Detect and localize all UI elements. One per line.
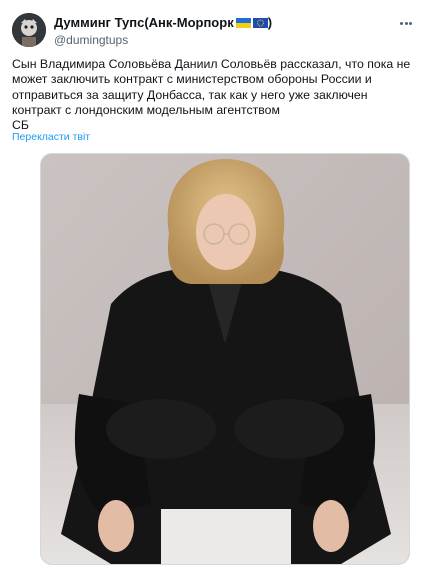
tweet-text: Сын Владимира Соловьёва Даниил Соловьёв …: [12, 57, 416, 133]
more-options-icon[interactable]: [400, 15, 414, 29]
author-handle[interactable]: @dumingtups: [54, 33, 400, 47]
author-display-name[interactable]: Думминг Тупс(Анк-Морпорк: [54, 15, 234, 30]
author-display-name-end: ): [267, 15, 273, 30]
ukraine-flag-icon: [235, 17, 251, 28]
tweet-card: Думминг Тупс(Анк-Морпорк ) @dumingtups С…: [0, 0, 428, 575]
tweet-photo[interactable]: [40, 153, 410, 565]
author-name-row: Думминг Тупс(Анк-Морпорк ): [54, 14, 400, 31]
photo-image: [41, 154, 409, 564]
avatar-image: [12, 13, 46, 47]
eu-flag-icon: [252, 17, 268, 28]
tweet-body: Сын Владимира Соловьёва Даниил Соловьёв …: [12, 57, 411, 117]
avatar[interactable]: [12, 13, 46, 47]
translate-tweet-link[interactable]: Перекласти твіт: [12, 131, 90, 143]
tweet-header: Думминг Тупс(Анк-Морпорк ) @dumingtups: [54, 14, 400, 47]
